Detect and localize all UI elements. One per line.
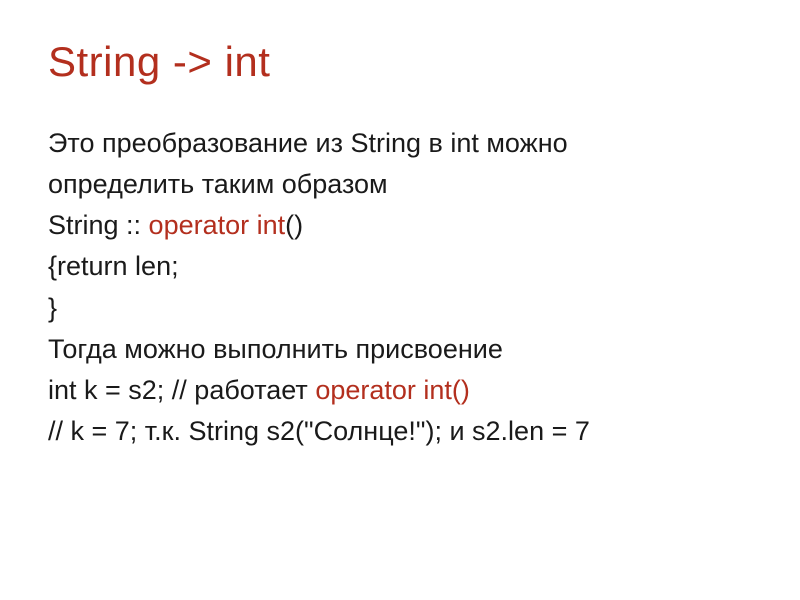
slide-title: String -> int (48, 38, 756, 86)
body-line-1: Это преобразование из String в int можно (48, 124, 756, 163)
slide-body: Это преобразование из String в int можно… (48, 124, 756, 451)
body-line-2: определить таким образом (48, 165, 756, 204)
body-line-3: String :: operator int() (48, 206, 756, 245)
body-line-3-accent: operator int (149, 210, 286, 240)
body-line-3-tail: () (285, 210, 303, 240)
body-line-7-accent: operator int() (315, 375, 470, 405)
body-line-3-plain: String :: (48, 210, 149, 240)
body-line-7-plain: int k = s2; // работает (48, 375, 315, 405)
body-line-5: } (48, 289, 756, 328)
body-line-4: {return len; (48, 247, 756, 286)
body-line-6: Тогда можно выполнить присвоение (48, 330, 756, 369)
body-line-7: int k = s2; // работает operator int() (48, 371, 756, 410)
slide: String -> int Это преобразование из Stri… (0, 0, 800, 600)
body-line-8: // k = 7; т.к. String s2("Солнце!"); и s… (48, 412, 756, 451)
